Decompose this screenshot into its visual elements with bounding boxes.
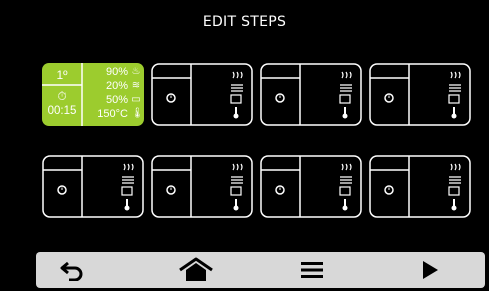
steam-icon	[450, 71, 461, 79]
thermometer-icon	[233, 107, 239, 119]
clock-icon	[166, 185, 176, 195]
thermometer-icon	[451, 107, 457, 119]
heating-element-icon: ▭	[131, 94, 141, 105]
step-card-5[interactable]	[42, 155, 144, 218]
step-number: 1º	[56, 68, 68, 82]
empty-step-frame	[369, 155, 471, 218]
next-button[interactable]	[400, 252, 460, 288]
thermometer-icon	[233, 199, 239, 211]
heating-element-icon	[448, 94, 460, 104]
thermometer-icon	[124, 199, 130, 211]
clock-icon	[166, 93, 176, 103]
play-icon	[423, 261, 438, 279]
step-card-3[interactable]	[260, 63, 362, 126]
fan-icon	[231, 84, 243, 92]
fan-value: 20%	[105, 80, 128, 92]
back-arrow-icon	[60, 261, 83, 281]
step-card-7[interactable]	[260, 155, 362, 218]
heating-element-icon	[339, 186, 351, 196]
heating-element-icon	[230, 186, 242, 196]
step-card-6[interactable]	[151, 155, 253, 218]
fan-icon	[340, 176, 352, 184]
empty-step-frame	[260, 63, 362, 126]
menu-button[interactable]	[282, 252, 342, 288]
steam-icon	[450, 163, 461, 171]
heating-element-icon	[121, 186, 133, 196]
thermometer-icon	[451, 199, 457, 211]
steam-icon	[123, 163, 134, 171]
empty-step-frame	[369, 63, 471, 126]
step-card-8[interactable]	[369, 155, 471, 218]
fan-icon	[449, 84, 461, 92]
steam-icon	[341, 163, 352, 171]
home-icon	[179, 257, 213, 281]
back-button[interactable]	[42, 252, 102, 288]
heating-element-icon	[448, 186, 460, 196]
steam-icon	[232, 163, 243, 171]
thermometer-icon: 🌡	[131, 108, 144, 119]
thermometer-icon	[342, 107, 348, 119]
empty-step-frame	[151, 63, 253, 126]
clock-icon	[275, 93, 285, 103]
fan-icon	[231, 176, 243, 184]
heating-element-icon	[230, 94, 242, 104]
steam-icon	[232, 71, 243, 79]
step-time: 00:15	[47, 105, 77, 117]
step-card-2[interactable]	[151, 63, 253, 126]
fan-icon	[449, 176, 461, 184]
power-value: 50%	[105, 94, 128, 106]
clock-icon	[384, 93, 394, 103]
clock-icon: ⏱	[57, 89, 67, 103]
steps-grid: 1º ⏱ 00:15 90% ♨ 20% ≋ 50% ▭ 150°C 🌡	[0, 0, 489, 291]
thermometer-icon	[342, 199, 348, 211]
fan-icon	[340, 84, 352, 92]
heating-element-icon	[339, 94, 351, 104]
step-parameters: 90% ♨ 20% ≋ 50% ▭ 150°C 🌡	[83, 65, 143, 124]
temperature-value: 150°C	[97, 108, 128, 120]
step-card-4[interactable]	[369, 63, 471, 126]
step-card-1[interactable]: 1º ⏱ 00:15 90% ♨ 20% ≋ 50% ▭ 150°C 🌡	[42, 63, 144, 126]
empty-step-frame	[42, 155, 144, 218]
empty-step-frame	[260, 155, 362, 218]
clock-icon	[384, 185, 394, 195]
menu-icon	[301, 262, 323, 278]
steam-icon	[341, 71, 352, 79]
empty-step-frame	[151, 155, 253, 218]
step-time-block: ⏱ 00:15	[44, 87, 80, 124]
home-button[interactable]	[166, 252, 226, 288]
humidity-value: 90%	[105, 66, 128, 78]
steam-icon: ♨	[131, 66, 141, 77]
fan-icon	[122, 176, 134, 184]
bottom-nav-bar	[36, 252, 485, 288]
fan-icon: ≋	[131, 80, 141, 91]
clock-icon	[57, 185, 67, 195]
clock-icon	[275, 185, 285, 195]
